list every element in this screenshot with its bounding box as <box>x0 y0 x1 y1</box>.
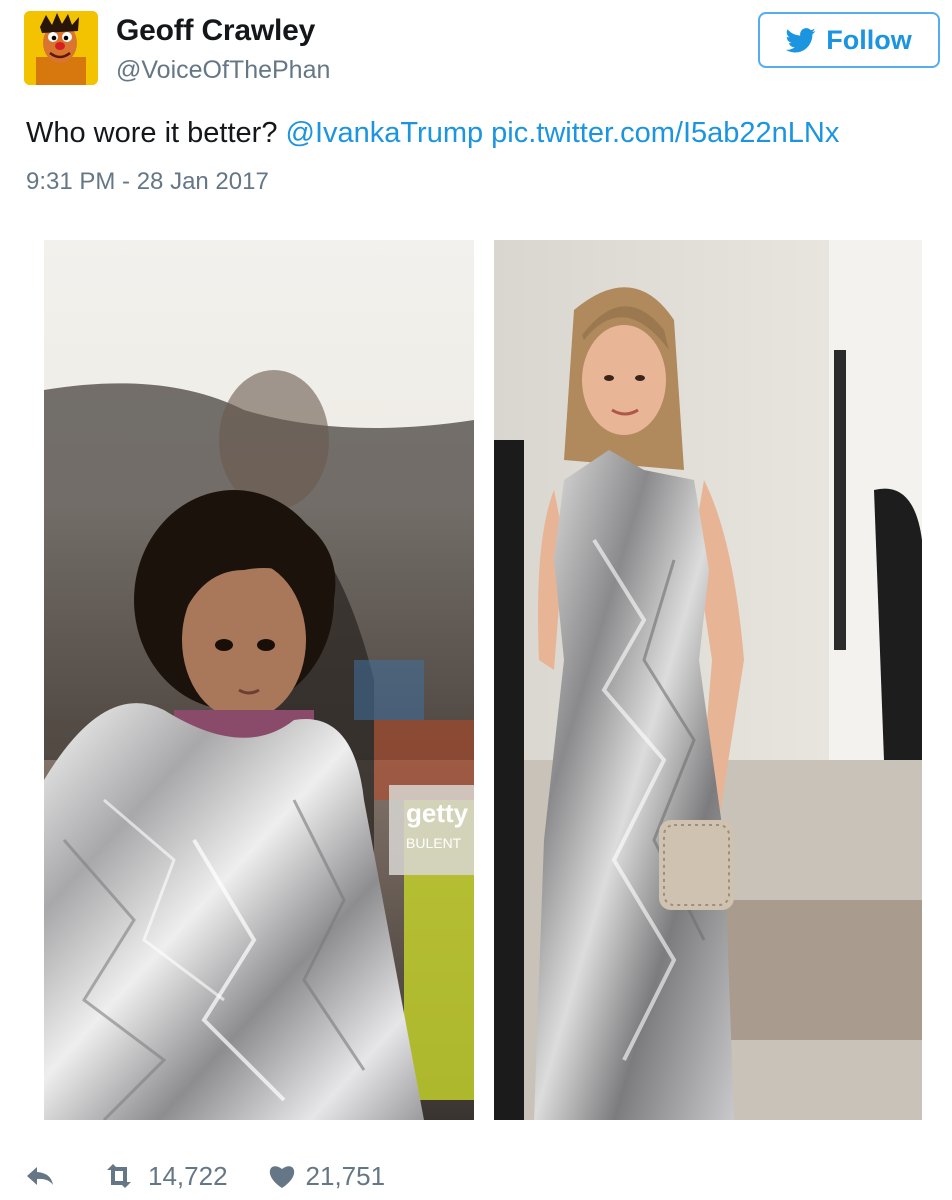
retweet-icon <box>107 1164 131 1188</box>
silver-dress-photo[interactable] <box>494 240 922 1120</box>
getty-watermark-credit: BULENT <box>406 835 462 851</box>
author-handle[interactable]: @VoiceOfThePhan <box>116 56 330 85</box>
follow-button[interactable]: Follow <box>758 12 940 68</box>
avatar[interactable] <box>24 11 98 85</box>
reply-icon <box>27 1167 53 1185</box>
tweet-timestamp[interactable]: 9:31 PM - 28 Jan 2017 <box>26 168 269 196</box>
follow-label: Follow <box>826 24 912 55</box>
getty-watermark: getty <box>406 798 469 828</box>
reply-button[interactable] <box>24 1165 56 1187</box>
heart-icon <box>269 1166 294 1188</box>
refugee-child-photo[interactable]: getty BULENT <box>44 240 474 1120</box>
muppet-avatar-icon <box>24 11 98 85</box>
tweet-body: Who wore it better? <box>26 117 278 149</box>
twitter-bird-icon <box>786 27 816 52</box>
retweet-count: 14,722 <box>148 1160 228 1191</box>
like-count: 21,751 <box>305 1160 386 1191</box>
tweet-actions: 14,722 21,751 <box>24 1156 385 1196</box>
author-name[interactable]: Geoff Crawley <box>116 14 315 48</box>
refugee-child-photo-image: getty BULENT <box>44 240 474 1120</box>
mention-link[interactable]: @IvankaTrump <box>286 117 484 149</box>
like-button[interactable]: 21,751 <box>268 1160 386 1192</box>
retweet-button[interactable]: 14,722 <box>100 1161 228 1192</box>
tweet-text: Who wore it better? @IvankaTrump pic.twi… <box>26 117 839 150</box>
pic-link[interactable]: pic.twitter.com/I5ab22nLNx <box>491 117 839 149</box>
silver-dress-photo-image <box>494 240 922 1120</box>
